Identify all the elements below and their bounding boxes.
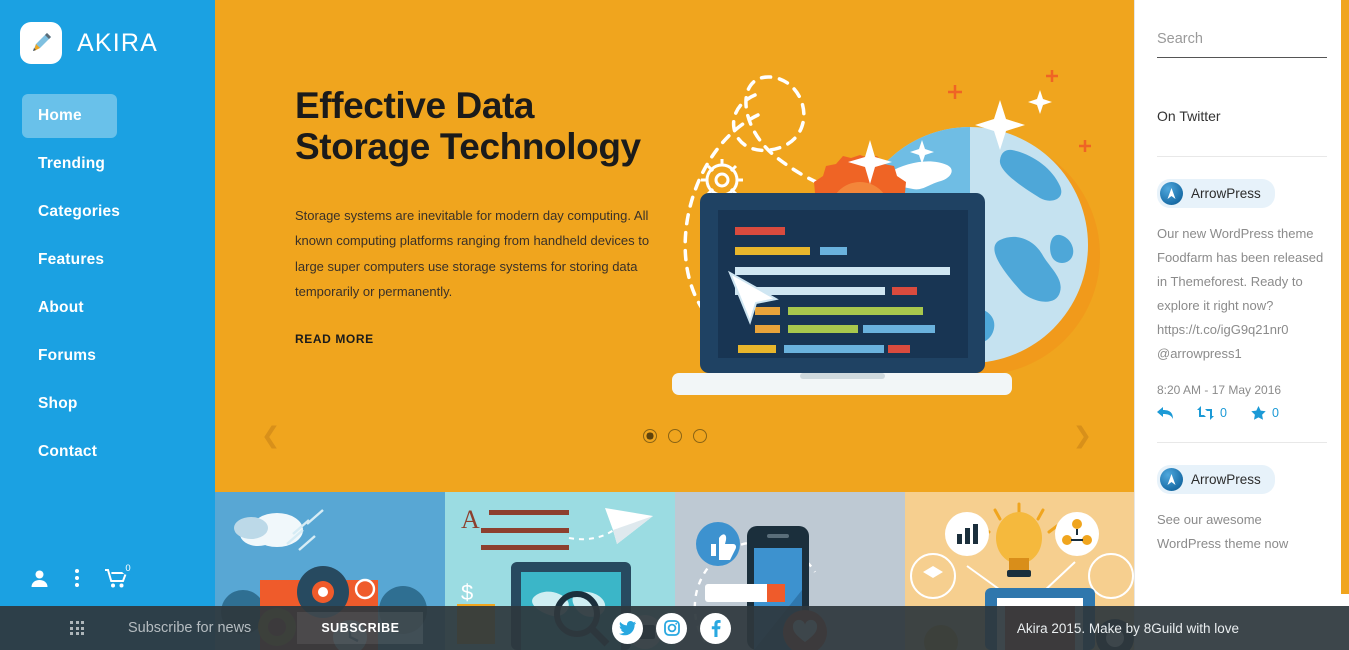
shopping-cart-icon[interactable]: 0	[105, 561, 135, 588]
tweet-item: ArrowPress Our new WordPress theme Foodf…	[1135, 157, 1349, 444]
sidebar-item-trending[interactable]: Trending	[0, 142, 215, 186]
panel-orange-edge	[1341, 0, 1349, 594]
hero-title-line2: Storage Technology	[295, 126, 641, 168]
sidebar-item-categories[interactable]: Categories	[0, 190, 215, 234]
facebook-icon[interactable]	[700, 612, 731, 644]
search-input[interactable]	[1157, 31, 1344, 47]
vertical-dots-icon[interactable]	[75, 569, 79, 587]
slider-dot-2[interactable]	[667, 429, 682, 443]
hero-title: Effective Data Storage Technology	[295, 85, 685, 168]
social-links	[612, 612, 731, 644]
right-sidebar: On Twitter ArrowPress Our new WordPress …	[1134, 0, 1349, 650]
person-icon[interactable]	[30, 569, 49, 588]
copyright-text: Akira 2015. Make by 8Guild with love	[1016, 620, 1239, 636]
tweet-user[interactable]: ArrowPress	[1157, 465, 1275, 495]
tweet-user[interactable]: ArrowPress	[1157, 179, 1275, 208]
star-icon	[1251, 406, 1266, 421]
subscribe-button[interactable]: SUBSCRIBE	[297, 612, 424, 644]
hero-description: Storage systems are inevitable for moder…	[295, 207, 650, 299]
hero-illustration	[660, 55, 1110, 425]
brand-name: AKIRA	[77, 28, 159, 57]
sidebar-item-contact[interactable]: Contact	[0, 430, 215, 474]
retweet-icon	[1197, 406, 1214, 421]
hero-title-line1: Effective Data	[295, 85, 535, 126]
sidebar-item-features[interactable]: Features	[0, 238, 215, 282]
read-more-link[interactable]: READ MORE	[295, 332, 374, 346]
sidebar-item-shop[interactable]: Shop	[0, 382, 215, 426]
grid-apps-icon[interactable]	[70, 621, 84, 635]
hero-content: Effective Data Storage Technology Storag…	[295, 85, 685, 348]
instagram-icon[interactable]	[656, 612, 687, 644]
sidebar-tools: 0	[30, 561, 135, 588]
tweet-user-name: ArrowPress	[1191, 472, 1261, 488]
tweet-actions: 0 0	[1157, 406, 1327, 421]
reply-icon[interactable]	[1157, 406, 1173, 420]
search-box	[1157, 28, 1349, 58]
slider-dot-3[interactable]	[692, 429, 707, 443]
twitter-heading: On Twitter	[1157, 108, 1327, 157]
pencil-icon	[20, 22, 62, 64]
brand[interactable]: AKIRA	[0, 0, 215, 64]
sidebar-nav: Home Trending Categories Features About …	[0, 94, 215, 474]
favorite-count: 0	[1271, 406, 1279, 421]
page-root: Effective Data Storage Technology Storag…	[0, 0, 1349, 650]
tweet-item: ArrowPress See our awesome WordPress the…	[1135, 443, 1349, 556]
tweet-body: See our awesome WordPress theme now	[1157, 512, 1289, 552]
cart-count-badge: 0	[121, 561, 135, 575]
sidebar-item-about[interactable]: About	[0, 286, 215, 330]
retweet-action[interactable]: 0	[1197, 406, 1227, 421]
slider-dots	[215, 429, 1134, 443]
svg-text:A: A	[461, 505, 480, 534]
slider-dot-1[interactable]	[642, 429, 657, 443]
left-sidebar: AKIRA Home Trending Categories Features …	[0, 0, 215, 650]
hero-slider: Effective Data Storage Technology Storag…	[215, 0, 1134, 492]
tweet-body: Our new WordPress theme Foodfarm has bee…	[1157, 226, 1324, 362]
retweet-count: 0	[1220, 406, 1227, 421]
avatar	[1160, 182, 1183, 205]
twitter-icon[interactable]	[612, 612, 643, 644]
svg-text:$: $	[461, 580, 473, 605]
sidebar-item-forums[interactable]: Forums	[0, 334, 215, 378]
tweet-user-name: ArrowPress	[1191, 186, 1261, 201]
tweet-timestamp: 8:20 AM - 17 May 2016	[1157, 383, 1282, 398]
footer-bar: Subscribe for news SUBSCRIBE Akira 2015.	[0, 606, 1349, 650]
favorite-action[interactable]: 0	[1251, 406, 1279, 420]
subscribe-input[interactable]: Subscribe for news	[128, 620, 251, 636]
avatar	[1160, 468, 1183, 492]
sidebar-item-home[interactable]: Home	[22, 94, 117, 138]
